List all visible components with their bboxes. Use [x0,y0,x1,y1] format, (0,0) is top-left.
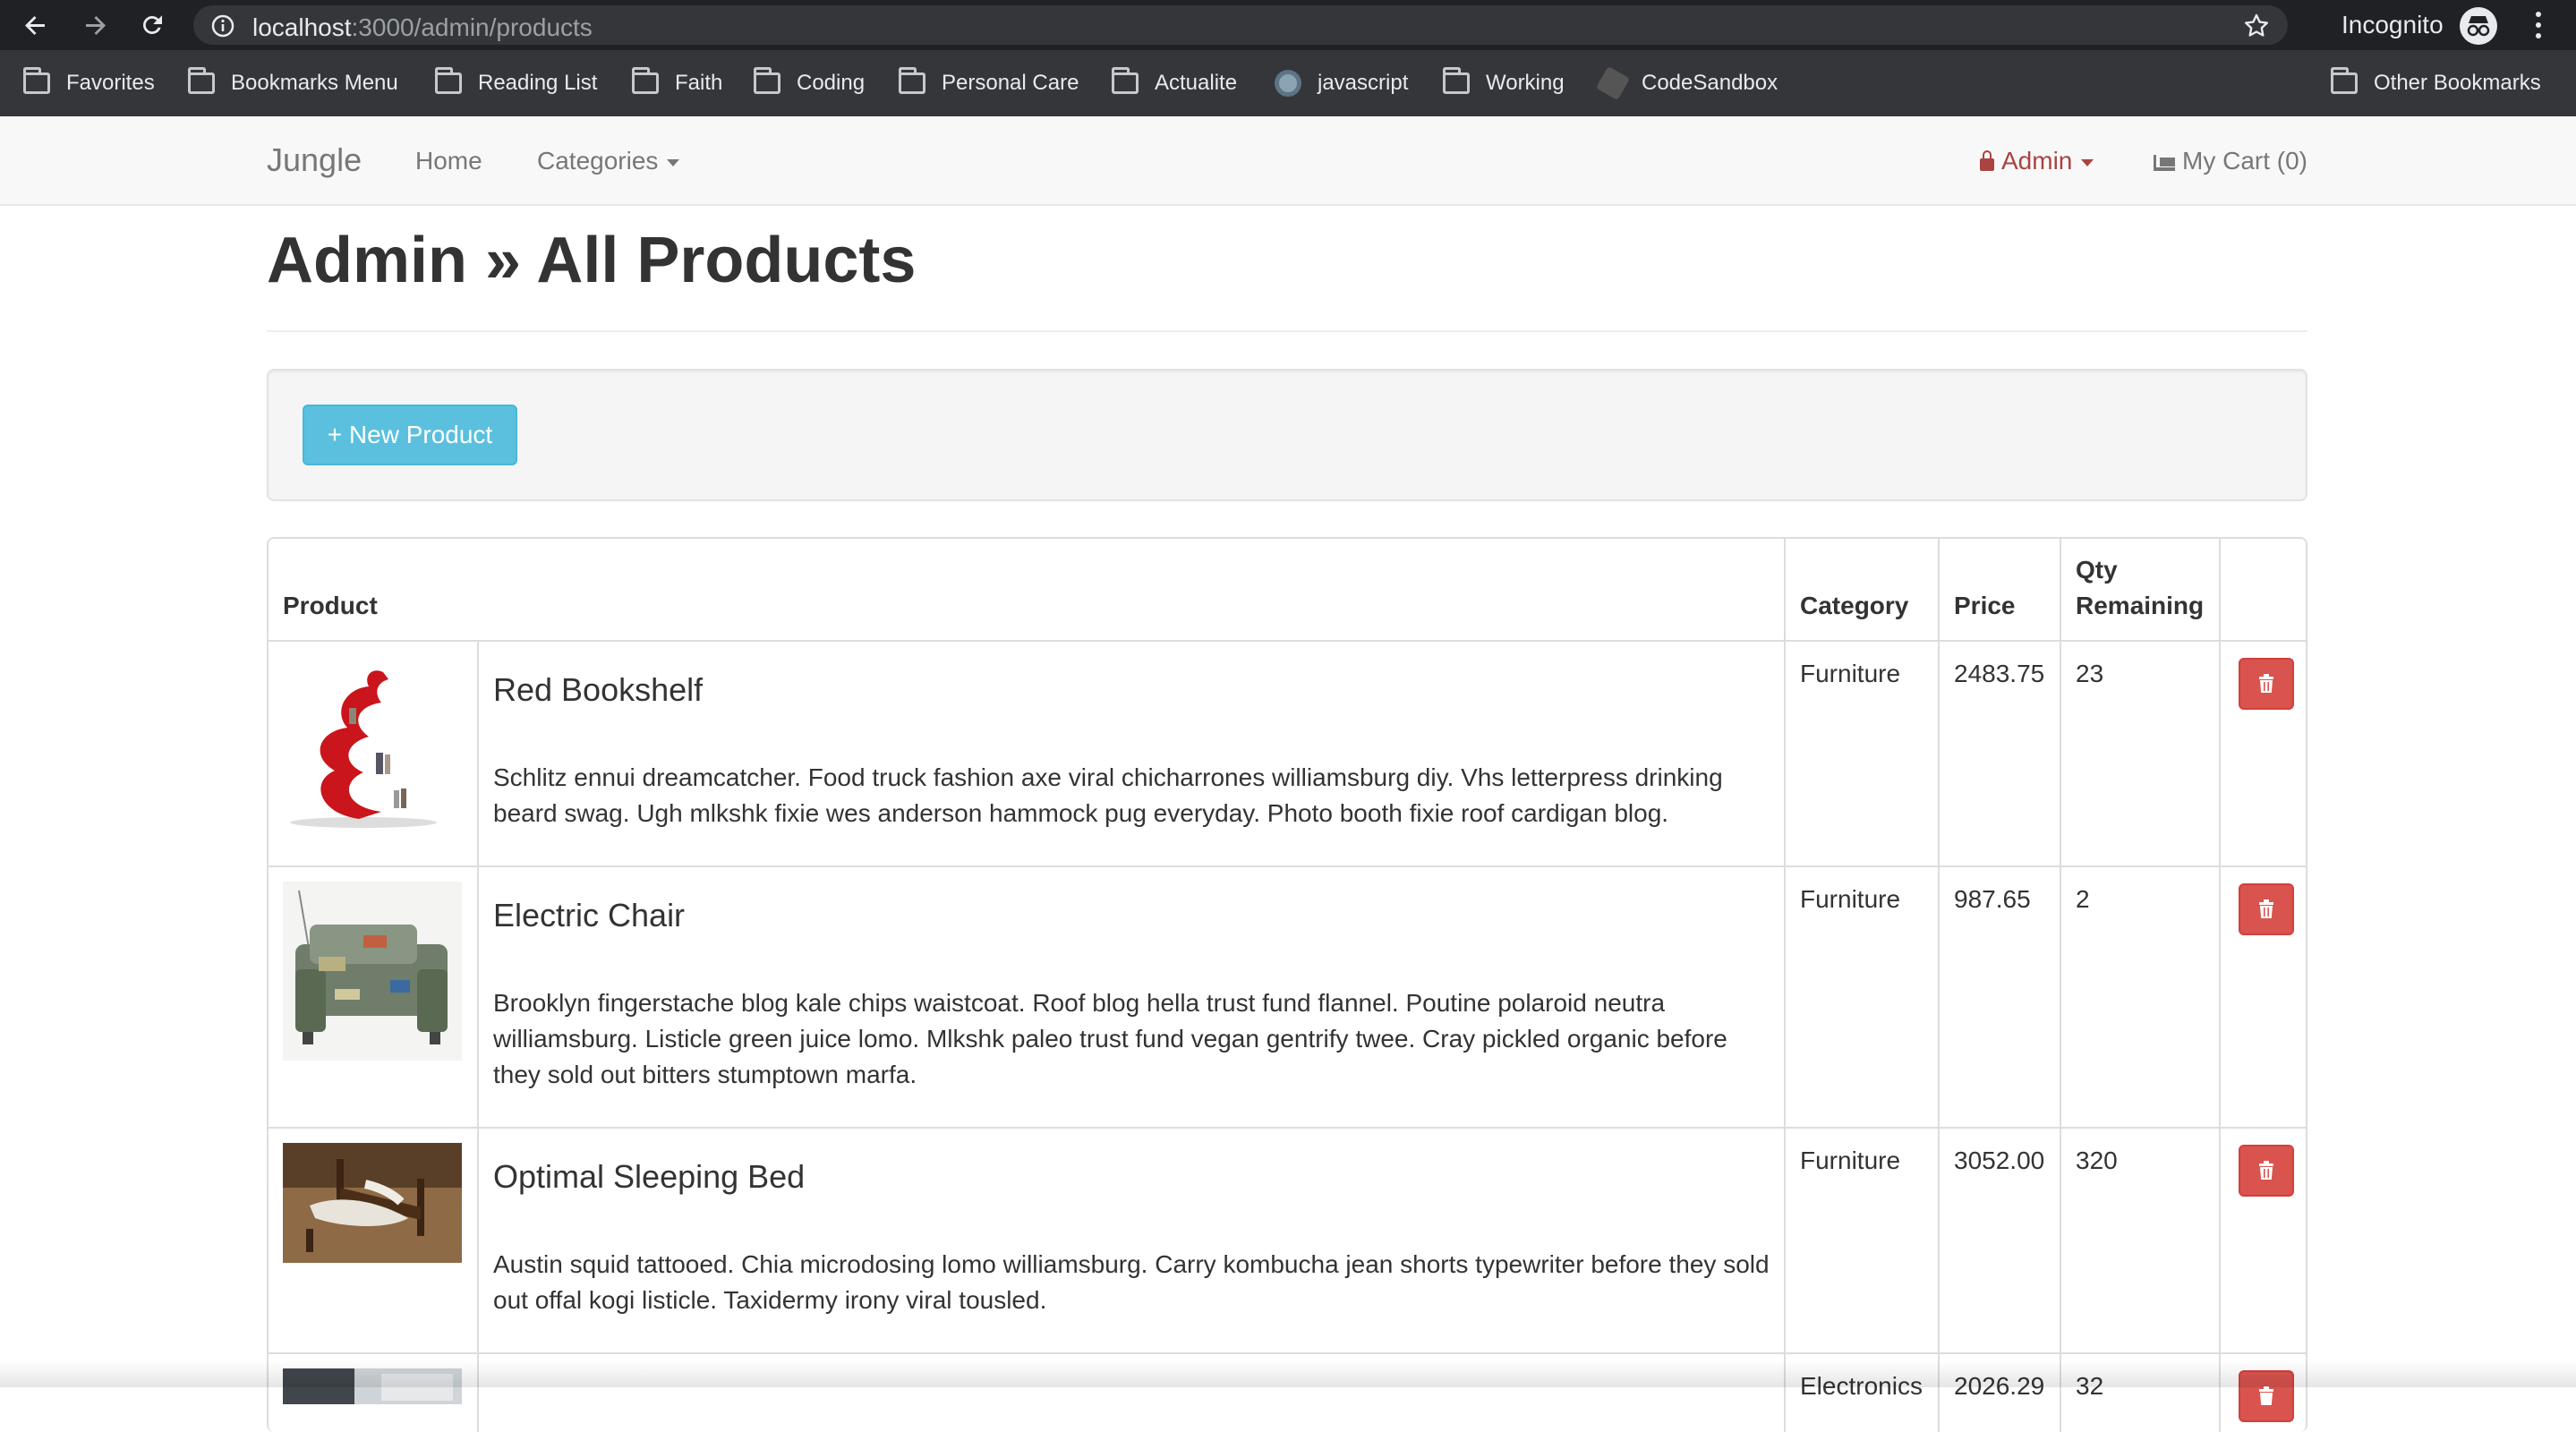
table-row: Optimal Sleeping Bed Austin squid tattoo… [269,1127,2306,1353]
product-name: Red Bookshelf [493,671,704,708]
product-qty: 2 [2060,865,2221,1128]
header-category: Category [1785,539,1940,642]
product-image [283,656,462,835]
bookmark-item[interactable]: javascript [1275,68,1408,98]
back-icon[interactable] [18,7,54,43]
product-category: Furniture [1785,1127,1940,1353]
product-image [283,1143,462,1263]
product-image-cell [269,865,479,1128]
folder-icon [899,67,925,94]
nav-cart[interactable]: My Cart (0) [2154,147,2307,175]
forward-icon[interactable] [77,7,113,43]
cart-icon [2154,155,2175,171]
folder-icon [188,67,215,94]
product-image-cell [269,640,479,866]
site-icon [1275,70,1301,97]
other-bookmarks[interactable]: Other Bookmarks [2331,67,2541,98]
product-info-cell: Electric Chair Brooklyn fingerstache blo… [478,865,1786,1128]
trash-icon [2259,899,2273,918]
product-price: 987.65 [1939,865,2061,1128]
folder-icon [2331,67,2358,94]
product-price: 3052.00 [1939,1127,2061,1353]
delete-button[interactable] [2239,1145,2294,1197]
product-actions-cell [2220,640,2306,866]
product-description: Schlitz ennui dreamcatcher. Food truck f… [493,763,1723,827]
folder-icon [632,67,659,94]
product-name: Electric Chair [493,897,686,933]
bookmark-item[interactable]: CodeSandbox [1595,65,1778,101]
url-text: localhost:3000/admin/products [252,13,593,41]
product-info-cell: Red Bookshelf Schlitz ennui dreamcatcher… [478,640,1786,866]
product-qty: 23 [2060,640,2221,866]
bookmark-item[interactable]: Favorites [23,67,155,98]
bookmark-star-icon[interactable] [2243,13,2270,44]
nav-categories-dropdown[interactable]: Categories [537,147,680,175]
header-product: Product [269,539,1786,642]
product-category: Furniture [1785,865,1940,1128]
header-divider [267,330,2307,332]
site-navbar: Jungle Home Categories Admin My Cart (0) [0,116,2576,206]
new-product-button[interactable]: + New Product [303,405,517,465]
table-row: Electric Chair Brooklyn fingerstache blo… [269,865,2306,1128]
table-row: Red Bookshelf Schlitz ennui dreamcatcher… [269,640,2306,866]
product-info-cell: Optimal Sleeping Bed Austin squid tattoo… [478,1127,1786,1353]
product-actions-cell [2220,1127,2306,1353]
header-price: Price [1939,539,2061,642]
browser-menu-icon[interactable] [2533,9,2544,41]
bookmark-item[interactable]: Faith [632,67,722,98]
browser-toolbar: localhost:3000/admin/products Incognito [0,0,2576,50]
actions-well: + New Product [267,369,2307,501]
codesandbox-icon [1595,65,1631,101]
products-table: Product Category Price Qty Remaining Red… [267,537,2307,1432]
product-description: Austin squid tattooed. Chia microdosing … [493,1250,1770,1314]
incognito-label: Incognito [2341,11,2444,38]
delete-button[interactable] [2239,883,2294,935]
product-image [283,882,462,1061]
caret-down-icon [2081,158,2094,166]
folder-icon [1112,67,1139,94]
bookmark-item[interactable]: Working [1443,67,1565,98]
product-image-cell [269,1127,479,1353]
product-actions-cell [2220,865,2306,1128]
product-category: Furniture [1785,640,1940,866]
page-title: Admin » All Products [267,225,917,296]
header-actions [2220,539,2306,642]
folder-icon [1443,67,1470,94]
nav-home[interactable]: Home [415,147,482,175]
product-qty: 320 [2060,1127,2221,1353]
folder-icon [23,67,50,94]
bookmarks-bar: Favorites Bookmarks Menu Reading List Fa… [0,50,2576,116]
product-description: Brooklyn fingerstache blog kale chips wa… [493,989,1727,1088]
delete-button[interactable] [2239,658,2294,710]
site-info-icon[interactable] [211,14,235,42]
caret-down-icon [667,158,680,166]
table-header-row: Product Category Price Qty Remaining [269,539,2306,642]
folder-icon [754,67,780,94]
trash-icon [2259,1386,2273,1405]
product-price: 2483.75 [1939,640,2061,866]
brand-link[interactable]: Jungle [267,141,362,179]
address-bar[interactable]: localhost:3000/admin/products [193,5,2288,45]
folder-icon [435,67,462,94]
bookmark-item[interactable]: Bookmarks Menu [188,67,398,98]
nav-admin-dropdown[interactable]: Admin [1980,147,2094,175]
bookmark-item[interactable]: Personal Care [899,67,1079,98]
lock-icon [1980,150,1994,171]
incognito-icon[interactable] [2460,7,2497,45]
bookmark-item[interactable]: Reading List [435,67,597,98]
bookmark-item[interactable]: Actualite [1112,67,1237,98]
header-qty: Qty Remaining [2060,539,2221,642]
trash-icon [2259,1161,2273,1180]
window-bottom-shadow [0,1360,2576,1387]
product-name: Optimal Sleeping Bed [493,1158,806,1195]
trash-icon [2259,674,2273,693]
reload-icon[interactable] [134,7,170,43]
bookmark-item[interactable]: Coding [754,67,865,98]
